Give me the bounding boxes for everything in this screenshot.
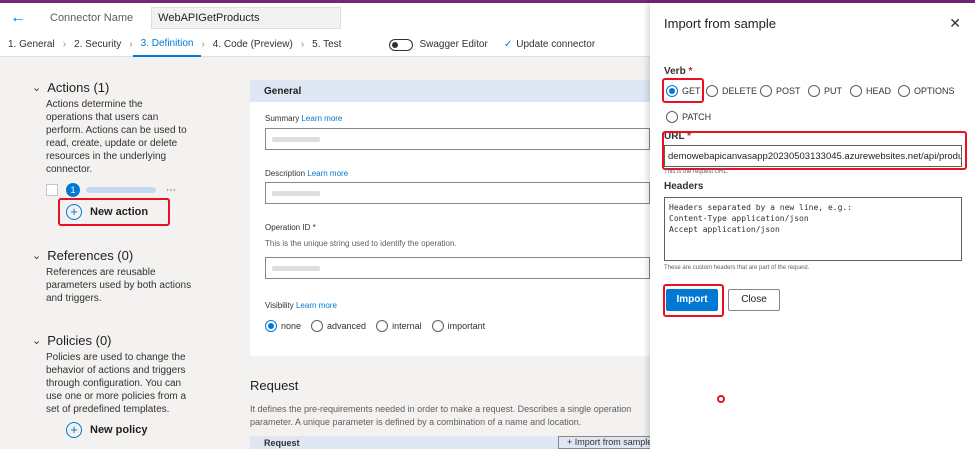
verb-highlight [662,78,704,103]
update-connector-label: Update connector [516,39,596,50]
tab-general[interactable]: 1. General [0,39,63,50]
verb-put[interactable]: PUT [808,85,842,97]
visibility-none[interactable]: none [265,320,301,332]
radio-selected[interactable] [265,320,277,332]
swagger-editor-toggle[interactable] [389,38,414,51]
connector-name-label: Connector Name [50,12,134,24]
summary-label: Summary Learn more [265,114,343,123]
general-header: General [250,80,650,102]
headers-label: Headers [664,181,704,192]
operation-id-input[interactable] [265,257,650,279]
more-options-icon[interactable]: ⋯ [166,185,176,196]
verb-head[interactable]: HEAD [850,85,891,97]
close-button[interactable]: Close [728,289,780,311]
policies-desc: Policies are used to change the behavior… [46,352,187,415]
operation-id-label: Operation ID * [265,223,316,232]
new-action-button[interactable]: + New action [58,198,170,226]
visibility-radio-group: none advanced internal important [265,320,495,332]
chevron-down-icon[interactable]: ⌄ [32,334,41,347]
general-card: General Summary Learn more Description L… [250,80,650,356]
action-item[interactable]: 1 ⋯ [46,182,186,198]
actions-section: ⌄ Actions (1) Actions determine the opera… [32,80,192,176]
tab-definition[interactable]: 3. Definition [132,33,202,57]
cursor-marker [717,395,725,403]
request-desc: It defines the pre-requirements needed i… [250,404,632,427]
url-help: This is the request URL. [664,169,729,175]
url-highlight [662,131,967,170]
actions-title[interactable]: Actions (1) [47,80,109,95]
verb-post[interactable]: POST [760,85,801,97]
panel-title: Import from sample [664,16,776,31]
new-action-label: New action [90,206,149,218]
import-from-sample-button[interactable]: + Import from sample [558,436,653,449]
visibility-internal[interactable]: internal [376,320,422,332]
plus-icon: + [66,204,82,220]
request-title: Request [250,378,299,393]
policies-section: ⌄ Policies (0) Policies are used to chang… [32,333,192,416]
radio[interactable] [706,85,718,97]
visibility-advanced[interactable]: advanced [311,320,366,332]
action-checkbox[interactable] [46,184,58,196]
actions-desc: Actions determine the operations that us… [46,99,187,175]
import-from-sample-panel: Import from sample ✕ Verb * GET DELETE P… [650,3,975,449]
radio[interactable] [666,111,678,123]
verb-options[interactable]: OPTIONS [898,85,955,97]
summary-input[interactable] [265,128,650,150]
swagger-editor-label: Swagger Editor [419,39,488,50]
visibility-important[interactable]: important [431,320,485,332]
sidebar: ⌄ Actions (1) Actions determine the opera… [0,58,205,449]
operation-id-help: This is the unique string used to identi… [265,239,457,248]
headers-help: These are custom headers that are part o… [664,265,810,271]
action-name-redacted [86,187,156,193]
check-icon: ✓ [503,39,513,50]
learn-more-link[interactable]: Learn more [307,169,348,178]
new-policy-button[interactable]: + New policy [66,422,147,438]
radio[interactable] [311,320,324,332]
visibility-label: Visibility Learn more [265,301,337,310]
radio[interactable] [898,85,910,97]
tab-security[interactable]: 2. Security [66,39,129,50]
new-policy-label: New policy [90,424,148,436]
update-connector-button[interactable]: ✓ Update connector [504,39,595,50]
references-desc: References are reusable parameters used … [46,267,192,304]
connector-name-input[interactable]: WebAPIGetProducts [151,7,342,29]
references-title[interactable]: References (0) [47,248,133,263]
verb-label: Verb * [664,66,693,77]
verb-delete[interactable]: DELETE [706,85,757,97]
radio[interactable] [850,85,862,97]
back-arrow-icon[interactable]: ← [10,9,34,27]
radio[interactable] [808,85,820,97]
plus-icon: + [66,422,82,438]
policies-title[interactable]: Policies (0) [47,333,111,348]
references-section: ⌄ References (0) References are reusable … [32,248,192,305]
close-icon[interactable]: ✕ [949,15,961,32]
tab-code[interactable]: 4. Code (Preview) [205,39,301,50]
radio[interactable] [431,320,444,332]
description-label: Description Learn more [265,169,349,178]
tab-test[interactable]: 5. Test [304,39,349,50]
import-button[interactable]: Import [666,289,718,311]
learn-more-link[interactable]: Learn more [301,114,342,123]
verb-patch[interactable]: PATCH [666,111,711,123]
chevron-down-icon[interactable]: ⌄ [32,249,41,262]
learn-more-link[interactable]: Learn more [296,301,337,310]
chevron-down-icon[interactable]: ⌄ [32,81,41,94]
action-number-badge: 1 [66,183,80,197]
radio[interactable] [760,85,772,97]
radio[interactable] [376,320,389,332]
description-input[interactable] [265,182,650,204]
headers-textarea[interactable]: Headers separated by a new line, e.g.: C… [664,197,962,261]
